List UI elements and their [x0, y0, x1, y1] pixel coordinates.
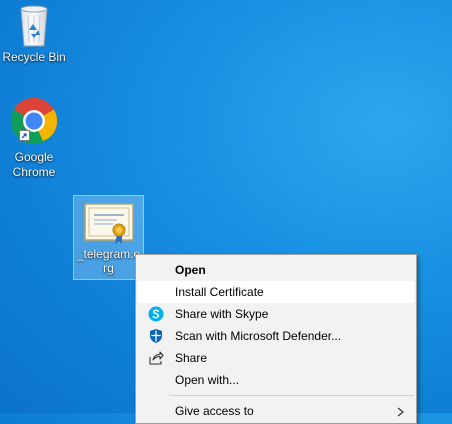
menu-item-label: Share with Skype — [175, 307, 269, 321]
menu-item-label: Open — [175, 263, 206, 277]
defender-icon — [150, 329, 162, 343]
certificate-icon — [83, 203, 134, 244]
menu-item-label: Open with... — [175, 373, 240, 387]
share-icon — [149, 351, 164, 365]
context-menu: Open Install Certificate Share with Skyp… — [135, 254, 417, 424]
desktop-icon-label: _telegram.org — [76, 247, 141, 275]
menu-item-scan-with-defender[interactable]: Scan with Microsoft Defender... — [138, 325, 414, 347]
desktop-icon-google-chrome[interactable]: Google Chrome — [0, 96, 69, 180]
desktop-icon-recycle-bin[interactable]: Recycle Bin — [0, 2, 69, 65]
menu-item-open-with[interactable]: Open with... — [138, 369, 414, 391]
menu-item-label: Scan with Microsoft Defender... — [175, 329, 342, 343]
menu-item-label: Install Certificate — [175, 285, 264, 299]
desktop-icon-label: Recycle Bin — [2, 50, 66, 64]
chevron-right-icon — [397, 400, 404, 422]
shortcut-arrow-icon — [19, 130, 30, 141]
skype-icon — [148, 306, 164, 322]
menu-item-give-access-to[interactable]: Give access to — [138, 400, 414, 422]
menu-item-share[interactable]: Share — [138, 347, 414, 369]
menu-item-open[interactable]: Open — [138, 259, 414, 281]
desktop-icon-label: Google Chrome — [12, 150, 56, 179]
menu-item-label: Give access to — [175, 404, 254, 418]
menu-item-label: Share — [175, 351, 208, 365]
menu-item-install-certificate[interactable]: Install Certificate — [138, 281, 414, 303]
desktop-icon-certificate-file[interactable]: _telegram.org — [73, 195, 144, 280]
recycle-bin-icon — [20, 5, 48, 47]
chrome-icon — [10, 97, 58, 145]
menu-item-share-with-skype[interactable]: Share with Skype — [138, 303, 414, 325]
menu-separator — [169, 395, 414, 396]
desktop: Recycle Bin Google Chrome _telegram.org … — [0, 0, 452, 424]
